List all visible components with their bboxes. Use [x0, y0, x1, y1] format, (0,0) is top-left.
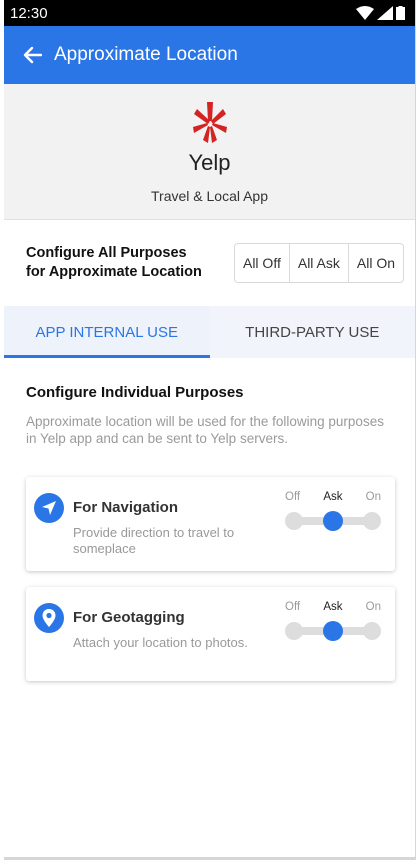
- toggle-option-off[interactable]: [285, 512, 303, 530]
- toggle-label-ask: Ask: [323, 491, 343, 503]
- location-pin-icon: [34, 603, 64, 633]
- usage-tabs: APP INTERNAL USE THIRD-PARTY USE: [4, 306, 415, 358]
- toggle-label-on: On: [365, 491, 381, 503]
- back-button[interactable]: [18, 41, 46, 69]
- all-ask-button[interactable]: All Ask: [288, 244, 348, 282]
- configure-all-label-line1: Configure All Purposes: [26, 245, 187, 261]
- toggle-labels: Off Ask On: [285, 491, 381, 503]
- toggle-labels: Off Ask On: [285, 601, 381, 613]
- status-time: 12:30: [10, 4, 48, 22]
- battery-icon: [396, 6, 405, 20]
- section-description: Approximate location will be used for th…: [26, 414, 384, 446]
- toggle-track: [285, 621, 381, 641]
- page-title: Approximate Location: [54, 44, 238, 65]
- all-on-button[interactable]: All On: [347, 244, 403, 282]
- navigation-permission-toggle: Off Ask On: [285, 491, 381, 531]
- configure-all-label-line2: for Approximate Location: [26, 264, 202, 280]
- toggle-option-ask[interactable]: [323, 511, 343, 531]
- signal-icon: [377, 6, 393, 20]
- app-name: Yelp: [188, 150, 231, 175]
- toggle-option-on[interactable]: [363, 622, 381, 640]
- navigation-arrow-icon: [34, 493, 64, 523]
- toggle-option-off[interactable]: [285, 622, 303, 640]
- toggle-option-ask[interactable]: [323, 621, 343, 641]
- status-icons: [356, 6, 405, 20]
- section-title: Configure Individual Purposes: [26, 384, 244, 401]
- purpose-card-navigation: For Navigation Provide direction to trav…: [26, 477, 395, 571]
- arrow-left-icon: [23, 46, 42, 64]
- configure-all-label: Configure All Purposes for Approximate L…: [26, 244, 202, 282]
- individual-purposes-section: Configure Individual Purposes Approximat…: [4, 384, 415, 447]
- tab-app-internal-use[interactable]: APP INTERNAL USE: [4, 306, 210, 358]
- toggle-label-off: Off: [285, 601, 301, 613]
- toggle-label-on: On: [365, 601, 381, 613]
- purpose-description: Attach your location to photos.: [73, 635, 248, 650]
- tab-third-party-use[interactable]: THIRD-PARTY USE: [210, 306, 416, 358]
- geotagging-permission-toggle: Off Ask On: [285, 601, 381, 641]
- all-state-button-group: All Off All Ask All On: [233, 243, 404, 283]
- toggle-option-on[interactable]: [363, 512, 381, 530]
- app-category: Travel & Local App: [151, 188, 268, 204]
- app-bar: Approximate Location: [4, 26, 415, 84]
- toggle-label-ask: Ask: [323, 601, 343, 613]
- purpose-card-geotagging: For Geotagging Attach your location to p…: [26, 587, 395, 681]
- configure-all-row: Configure All Purposes for Approximate L…: [4, 220, 415, 306]
- all-off-button[interactable]: All Off: [234, 244, 289, 282]
- yelp-logo: [192, 102, 227, 143]
- wifi-icon: [356, 6, 374, 20]
- app-header: Yelp Travel & Local App: [4, 84, 415, 220]
- toggle-label-off: Off: [285, 491, 301, 503]
- screen: 12:30 Approximate Location Yelp Travel &…: [4, 0, 416, 860]
- purpose-description: Provide direction to travel to someplace: [73, 525, 235, 556]
- toggle-track: [285, 511, 381, 531]
- purpose-title: For Navigation: [73, 499, 179, 516]
- purpose-title: For Geotagging: [73, 609, 185, 626]
- status-bar: 12:30: [4, 0, 415, 26]
